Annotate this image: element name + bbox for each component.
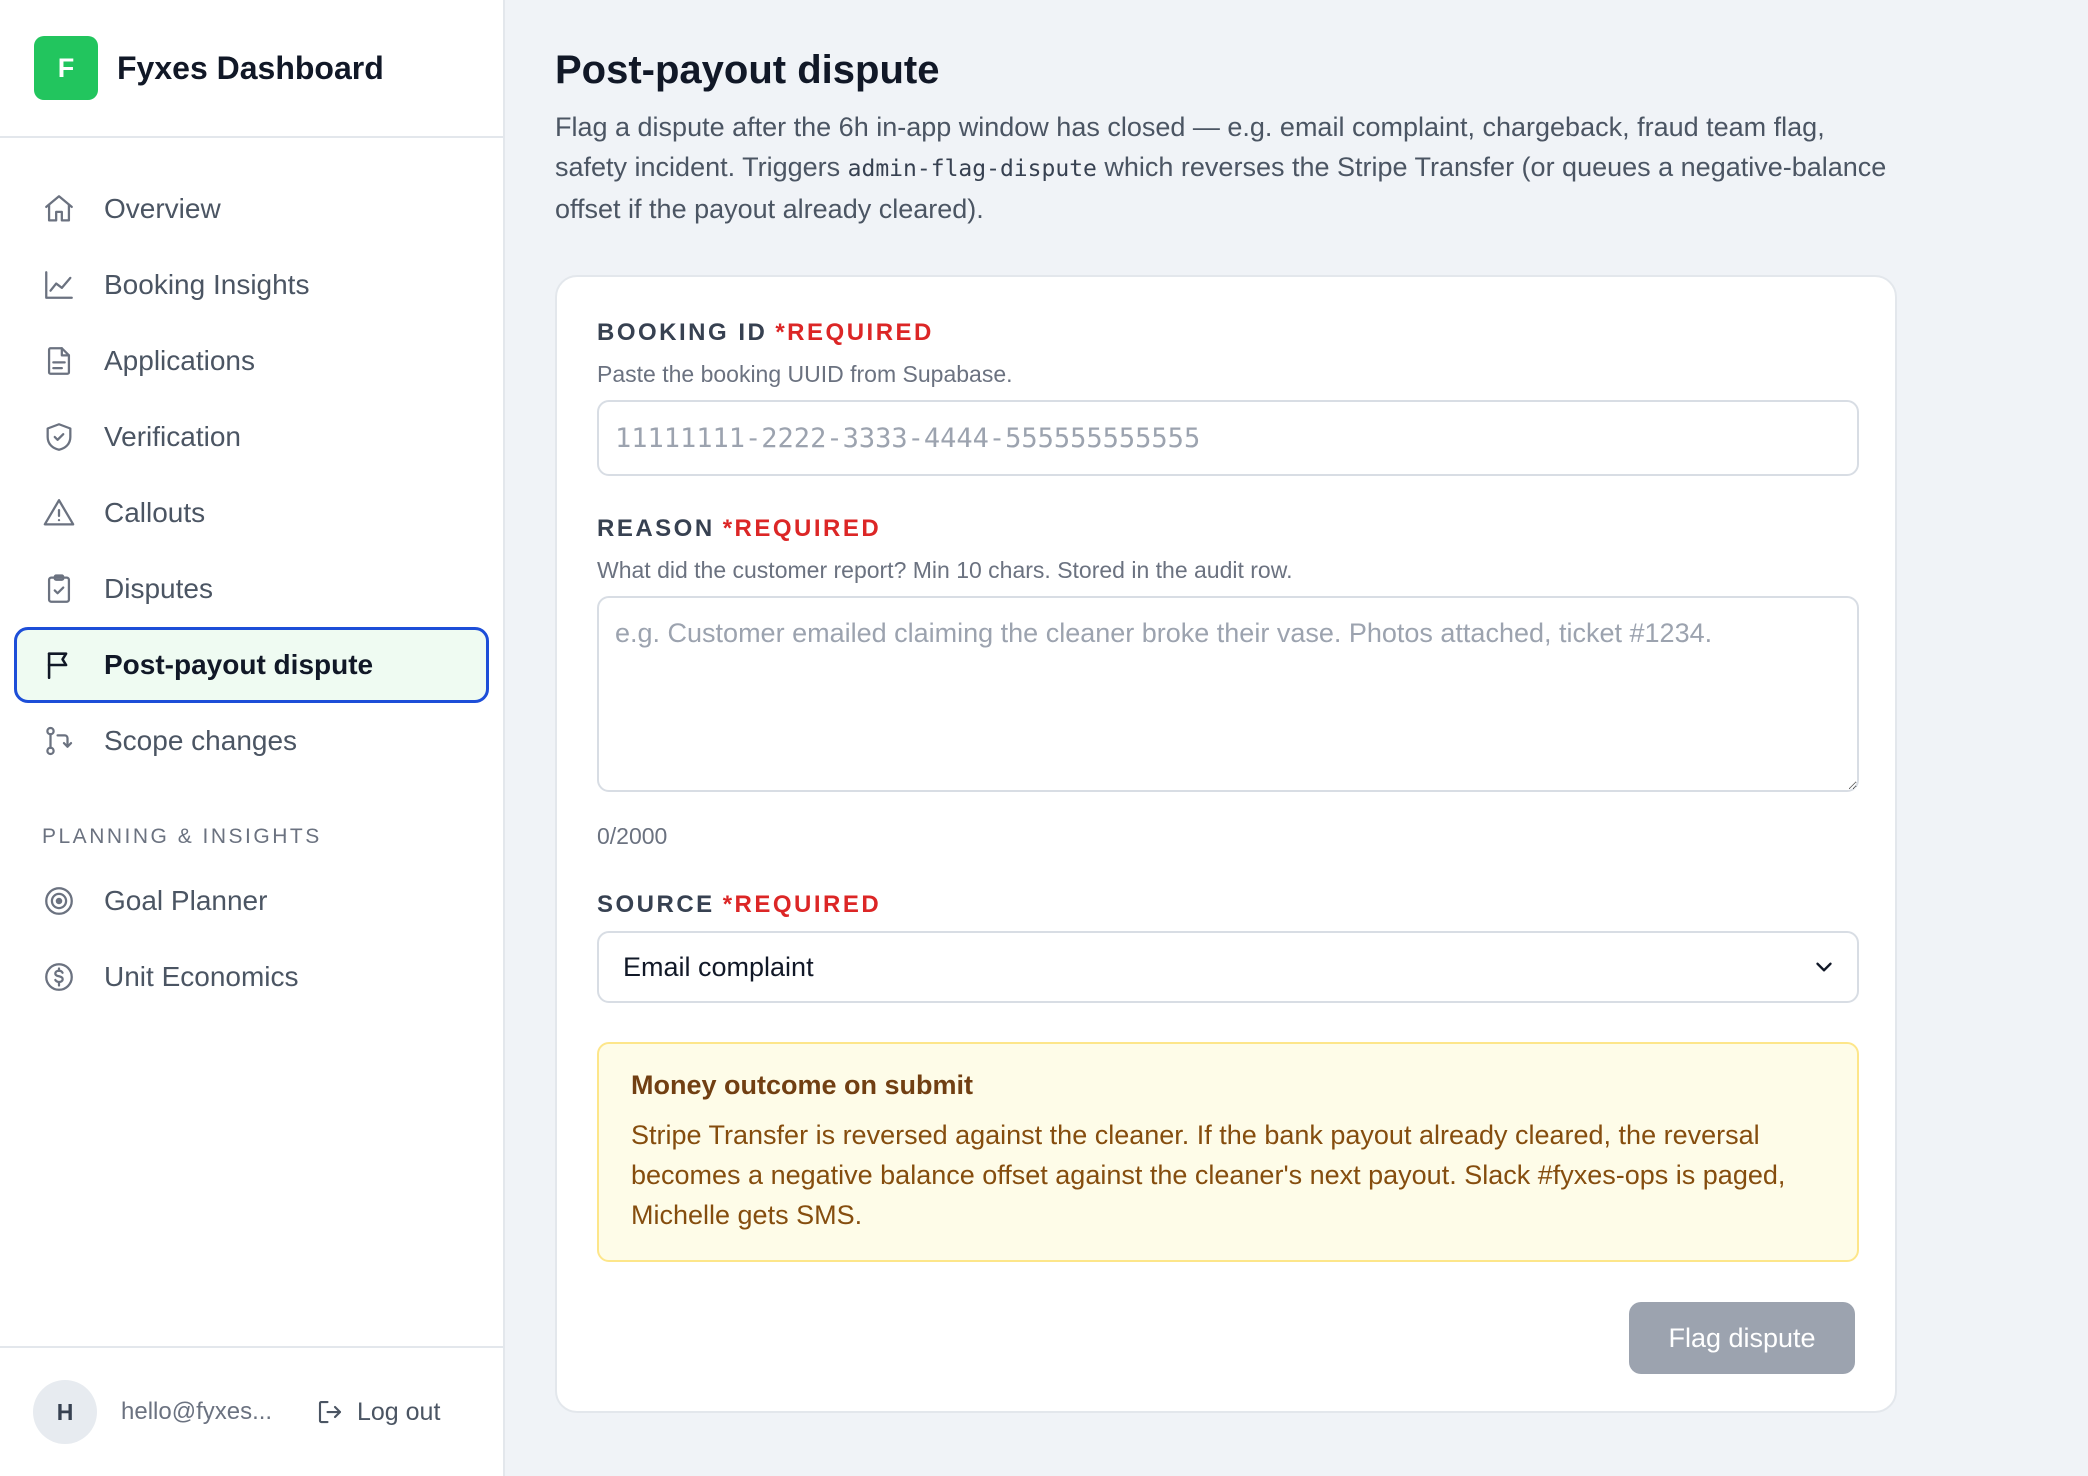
sidebar-item-booking-insights[interactable]: Booking Insights: [14, 247, 489, 323]
brand-logo[interactable]: F: [34, 36, 98, 100]
document-icon: [42, 344, 76, 378]
git-compare-icon: [42, 724, 76, 758]
shield-check-icon: [42, 420, 76, 454]
sidebar: F Fyxes Dashboard Overview Booking Insig…: [0, 0, 505, 1476]
source-field: SOURCE *REQUIRED Email complaint: [597, 891, 1859, 1003]
sidebar-item-label: Overview: [104, 193, 221, 224]
sidebar-item-callouts[interactable]: Callouts: [14, 475, 489, 551]
reason-label: REASON *REQUIRED: [597, 515, 1859, 543]
booking-id-input[interactable]: [597, 400, 1859, 476]
required-marker: *REQUIRED: [775, 319, 934, 346]
sidebar-item-post-payout-dispute[interactable]: Post-payout dispute: [14, 627, 489, 703]
sidebar-item-label: Unit Economics: [104, 961, 299, 992]
reason-textarea[interactable]: [597, 596, 1859, 792]
sidebar-item-applications[interactable]: Applications: [14, 323, 489, 399]
avatar[interactable]: H: [33, 1380, 97, 1444]
logout-button[interactable]: Log out: [315, 1397, 440, 1427]
money-outcome-notice: Money outcome on submit Stripe Transfer …: [597, 1042, 1859, 1262]
source-label: SOURCE *REQUIRED: [597, 891, 1859, 919]
brand-name[interactable]: Fyxes Dashboard: [117, 50, 384, 87]
page-description: Flag a dispute after the 6h in-app windo…: [555, 107, 1895, 229]
source-selected-value: Email complaint: [623, 951, 814, 982]
flag-icon: [42, 648, 76, 682]
booking-id-label: BOOKING ID *REQUIRED: [597, 319, 1859, 347]
sidebar-item-scope-changes[interactable]: Scope changes: [14, 703, 489, 779]
notice-body: Stripe Transfer is reversed against the …: [631, 1120, 1786, 1230]
sidebar-item-unit-economics[interactable]: Unit Economics: [14, 939, 489, 1015]
target-icon: [42, 884, 76, 918]
sidebar-item-label: Applications: [104, 345, 255, 376]
chevron-down-icon: [1811, 954, 1837, 980]
sidebar-item-label: Callouts: [104, 497, 206, 528]
sidebar-item-label: Disputes: [104, 573, 213, 604]
home-icon: [42, 192, 76, 226]
source-select[interactable]: Email complaint: [597, 931, 1859, 1003]
clipboard-check-icon: [42, 572, 76, 606]
logout-icon: [315, 1397, 345, 1427]
user-email: hello@fyxes...: [121, 1398, 273, 1425]
reason-help: What did the customer report? Min 10 cha…: [597, 557, 1293, 583]
dollar-circle-icon: [42, 960, 76, 994]
sidebar-footer: H hello@fyxes... Log out: [0, 1346, 503, 1476]
booking-id-help: Paste the booking UUID from Supabase.: [597, 361, 1013, 387]
main-content: Post-payout dispute Flag a dispute after…: [555, 0, 2035, 1413]
sidebar-item-label: Booking Insights: [104, 269, 310, 300]
nav-section-title: PLANNING & INSIGHTS: [42, 825, 322, 848]
required-marker: *REQUIRED: [722, 515, 882, 542]
description-code: admin-flag-dispute: [847, 156, 1097, 182]
dispute-form-card: BOOKING ID *REQUIRED Paste the booking UU…: [555, 275, 1897, 1413]
notice-title: Money outcome on submit: [631, 1070, 974, 1100]
sidebar-item-goal-planner[interactable]: Goal Planner: [14, 863, 489, 939]
label-text: BOOKING ID: [597, 319, 768, 346]
booking-id-field: BOOKING ID *REQUIRED Paste the booking UU…: [597, 319, 1859, 476]
reason-char-count: 0/2000: [597, 823, 668, 849]
line-chart-icon: [42, 268, 76, 302]
sidebar-item-disputes[interactable]: Disputes: [14, 551, 489, 627]
sidebar-item-overview[interactable]: Overview: [14, 171, 489, 247]
sidebar-item-label: Post-payout dispute: [104, 649, 374, 680]
sidebar-item-verification[interactable]: Verification: [14, 399, 489, 475]
reason-field: REASON *REQUIRED What did the customer re…: [597, 515, 1859, 850]
label-text: REASON: [597, 515, 715, 542]
sidebar-item-label: Scope changes: [104, 725, 298, 756]
required-marker: *REQUIRED: [722, 891, 882, 918]
page-title: Post-payout dispute: [555, 48, 940, 92]
sidebar-nav: Overview Booking Insights Applications V…: [0, 138, 503, 1015]
flag-dispute-button[interactable]: Flag dispute: [1629, 1302, 1855, 1374]
warning-triangle-icon: [42, 496, 76, 530]
logout-label: Log out: [357, 1397, 441, 1426]
brand-header: F Fyxes Dashboard: [0, 0, 503, 138]
sidebar-item-label: Verification: [104, 421, 241, 452]
label-text: SOURCE: [597, 891, 715, 918]
sidebar-item-label: Goal Planner: [104, 885, 268, 916]
